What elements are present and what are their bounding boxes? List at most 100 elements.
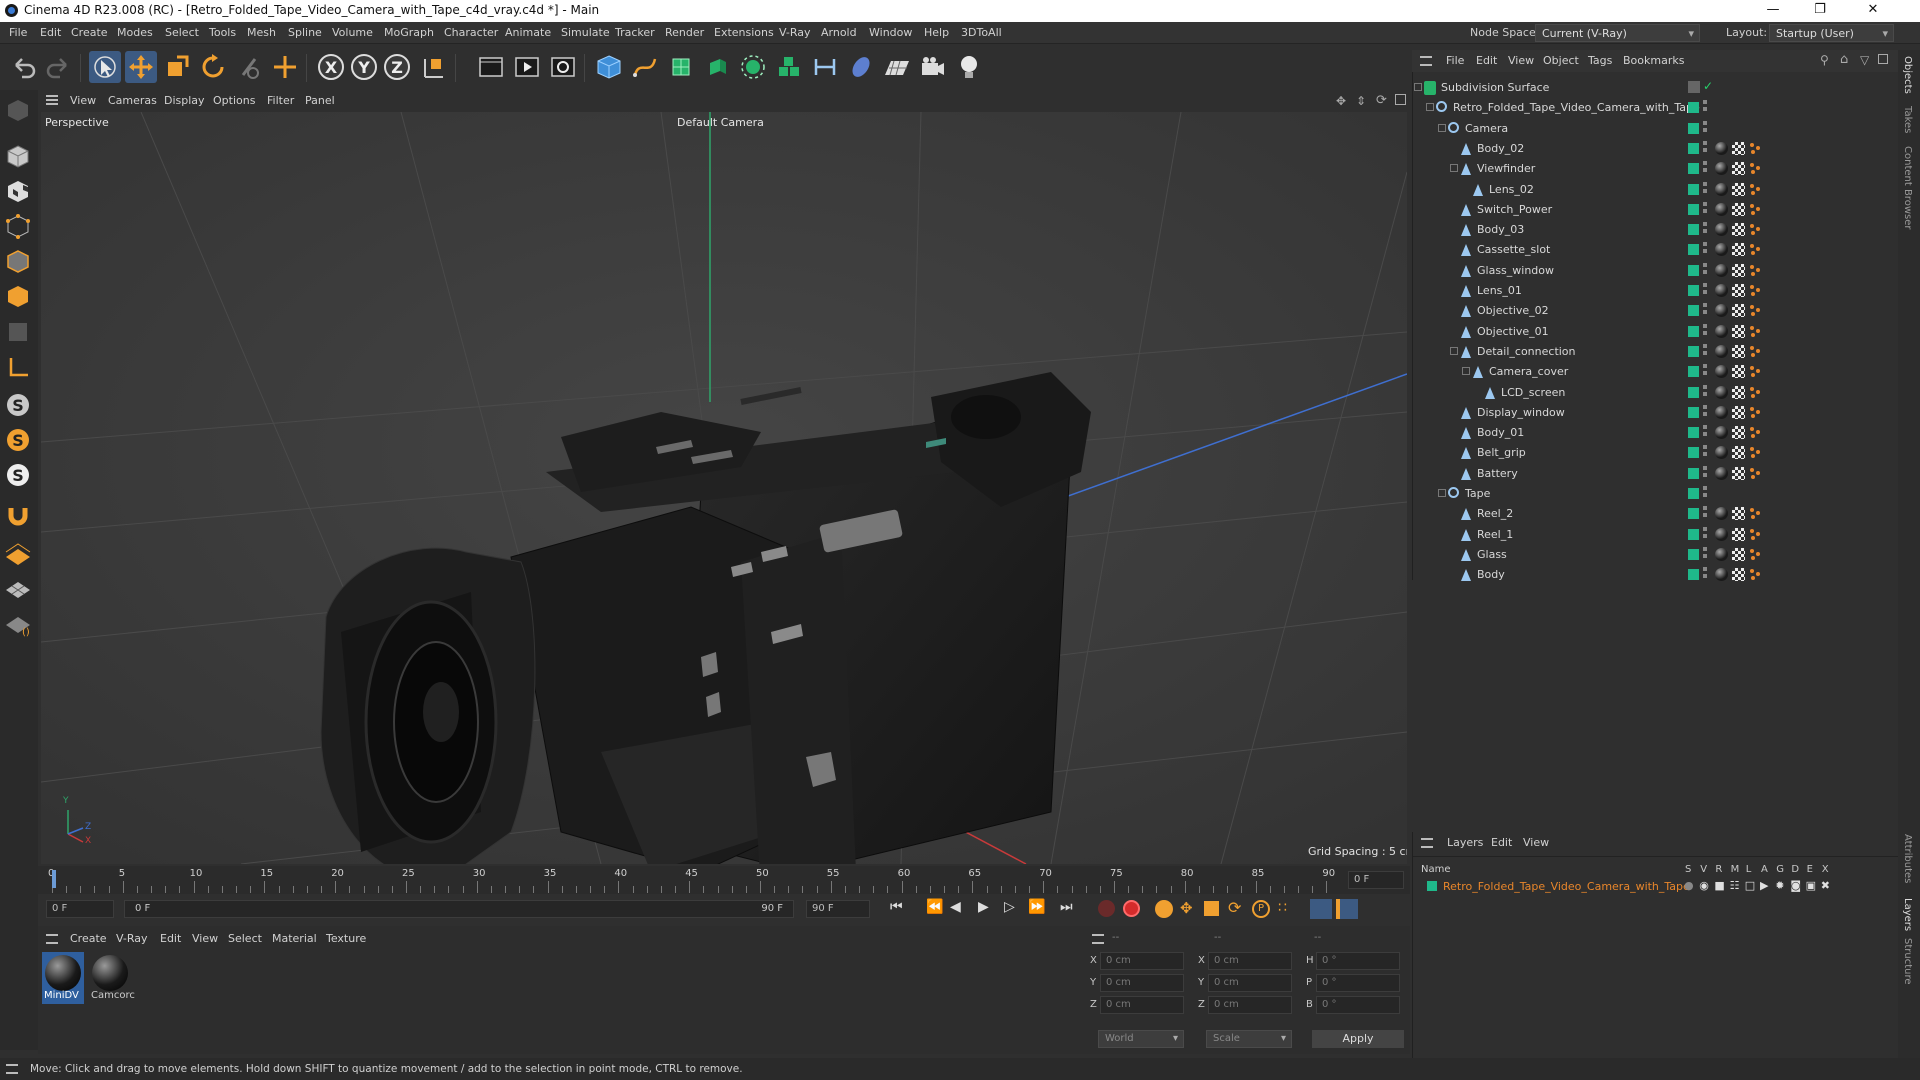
menu-volume[interactable]: Volume	[332, 26, 373, 39]
visibility-dots-icon[interactable]	[1703, 222, 1707, 237]
light-object-icon[interactable]	[953, 51, 985, 83]
render-view-icon[interactable]	[475, 51, 507, 83]
menu-tracker[interactable]: Tracker	[615, 26, 655, 39]
object-row[interactable]: Detail_connection	[1416, 342, 1896, 362]
object-name[interactable]: Reel_1	[1477, 528, 1513, 541]
visibility-dots-icon[interactable]	[1703, 242, 1707, 257]
menu-spline[interactable]: Spline	[288, 26, 322, 39]
layer-render-icon[interactable]: ■	[1714, 879, 1724, 892]
coord-pos-axis-field[interactable]: 0 cm	[1100, 996, 1184, 1014]
viewport-menu-panel[interactable]: Panel	[305, 94, 335, 107]
object-row[interactable]: Lens_01	[1416, 281, 1896, 301]
object-name[interactable]: Switch_Power	[1477, 203, 1552, 216]
object-filter-icon[interactable]: ▽	[1860, 53, 1869, 67]
redo-icon[interactable]	[42, 51, 74, 83]
material-tag-icon[interactable]	[1715, 162, 1728, 176]
extrude-icon[interactable]	[701, 51, 733, 83]
node-space-dropdown[interactable]: Current (V-Ray)	[1535, 24, 1700, 42]
current-frame-field[interactable]: 0 F	[46, 900, 114, 918]
vray-tag-icon[interactable]	[1749, 203, 1762, 216]
visibility-dots-icon[interactable]	[1703, 486, 1707, 500]
status-hamburger-icon[interactable]	[6, 1064, 18, 1074]
layer-flag-header[interactable]: R	[1715, 864, 1722, 875]
layer-color-icon[interactable]	[1688, 264, 1699, 276]
vray-tag-icon[interactable]	[1749, 345, 1762, 358]
material-tag-icon[interactable]	[1715, 365, 1728, 379]
layout-dropdown[interactable]: Startup (User)	[1769, 24, 1894, 42]
viewport-menu-cameras[interactable]: Cameras	[108, 94, 157, 107]
key-parameter-icon[interactable]: P	[1252, 900, 1270, 918]
tab-attributes[interactable]: Attributes	[1902, 834, 1913, 883]
snap-settings-icon[interactable]: S	[3, 425, 33, 455]
keyframe-selection-icon[interactable]	[1155, 900, 1173, 918]
menu-render[interactable]: Render	[665, 26, 704, 39]
undo-icon[interactable]	[8, 51, 40, 83]
layer-solo-icon[interactable]: ●	[1684, 879, 1694, 892]
spline-pen-icon[interactable]	[629, 51, 661, 83]
texture-mode-icon[interactable]	[3, 177, 33, 207]
viewport-dolly-icon[interactable]: ⇕	[1356, 94, 1366, 108]
object-menu-bookmarks[interactable]: Bookmarks	[1623, 54, 1684, 67]
expand-toggle-icon[interactable]	[1462, 367, 1470, 376]
object-row[interactable]: Tape	[1416, 484, 1896, 504]
material-menu-edit[interactable]: Edit	[160, 932, 181, 945]
object-name[interactable]: Body_02	[1477, 142, 1524, 155]
visibility-dots-icon[interactable]	[1703, 323, 1707, 338]
object-menu-view[interactable]: View	[1508, 54, 1534, 67]
menu-simulate[interactable]: Simulate	[561, 26, 610, 39]
uvw-tag-icon[interactable]	[1732, 284, 1745, 297]
object-row[interactable]: Body_01	[1416, 423, 1896, 443]
object-row[interactable]: Camera	[1416, 119, 1896, 139]
menu-create[interactable]: Create	[71, 26, 108, 39]
uvw-tag-icon[interactable]	[1732, 527, 1745, 541]
object-row[interactable]: Objective_01	[1416, 322, 1896, 342]
polygons-mode-icon[interactable]	[3, 282, 33, 312]
material-tag-icon[interactable]	[1715, 446, 1728, 460]
layer-generators-icon[interactable]: ✹	[1775, 879, 1784, 892]
layer-color-icon[interactable]	[1688, 203, 1699, 215]
layer-manager-icon[interactable]: ☷	[1730, 879, 1740, 892]
z-axis-lock-icon[interactable]: Z	[381, 51, 413, 83]
timeline-ruler[interactable]: 051015202530354045505560657075808590 0 F	[38, 866, 1410, 894]
live-selection-icon[interactable]	[89, 51, 121, 83]
recent-tools-icon[interactable]	[233, 51, 265, 83]
object-row[interactable]: Cassette_slot	[1416, 240, 1896, 260]
expand-toggle-icon[interactable]	[1414, 83, 1422, 91]
vray-tag-icon[interactable]	[1749, 284, 1762, 297]
object-name[interactable]: Display_window	[1477, 406, 1565, 419]
minimize-icon[interactable]: —	[1750, 0, 1796, 22]
vray-tag-icon[interactable]	[1749, 467, 1762, 480]
object-row[interactable]: Subdivision Surface ✓	[1414, 78, 1896, 98]
viewport-menu-filter[interactable]: Filter	[267, 94, 294, 107]
layer-flag-header[interactable]: S	[1685, 864, 1691, 875]
3d-viewport[interactable]: Perspective Default Camera Grid Spacing …	[41, 112, 1407, 864]
visibility-dots-icon[interactable]	[1703, 546, 1707, 561]
vray-tag-icon[interactable]	[1749, 507, 1762, 520]
layer-flag-header[interactable]: E	[1807, 864, 1813, 875]
layer-menu-edit[interactable]: Edit	[1491, 836, 1512, 849]
object-row[interactable]: Body_03	[1416, 220, 1896, 240]
y-axis-lock-icon[interactable]: Y	[348, 51, 380, 83]
object-row[interactable]: Reel_1	[1416, 525, 1896, 545]
coord-pos-axis-field[interactable]: 0 cm	[1100, 974, 1184, 992]
render-settings-icon[interactable]	[547, 51, 579, 83]
timeline-playhead[interactable]	[52, 870, 56, 888]
object-name[interactable]: Body_03	[1477, 223, 1524, 236]
camera-object-icon[interactable]	[917, 51, 949, 83]
axis-mode-icon[interactable]	[3, 352, 33, 382]
uvw-tag-icon[interactable]	[1732, 202, 1745, 216]
layer-color-icon[interactable]	[1688, 325, 1699, 337]
layer-view-icon[interactable]: ◉	[1699, 879, 1709, 892]
object-name[interactable]: Subdivision Surface	[1441, 81, 1549, 94]
menu-extensions[interactable]: Extensions	[714, 26, 774, 39]
edit-render-toggle-icon[interactable]	[1688, 81, 1700, 93]
layer-color-icon[interactable]	[1688, 386, 1699, 398]
object-name[interactable]: Body_01	[1477, 426, 1524, 439]
model-mode-icon[interactable]	[3, 142, 33, 172]
object-name[interactable]: Objective_01	[1477, 325, 1549, 338]
visibility-dots-icon[interactable]	[1703, 404, 1707, 419]
vray-tag-icon[interactable]	[1749, 142, 1762, 155]
visibility-dots-icon[interactable]	[1703, 283, 1707, 297]
material-tag-icon[interactable]	[1715, 547, 1728, 561]
layer-color-icon[interactable]	[1688, 244, 1699, 256]
